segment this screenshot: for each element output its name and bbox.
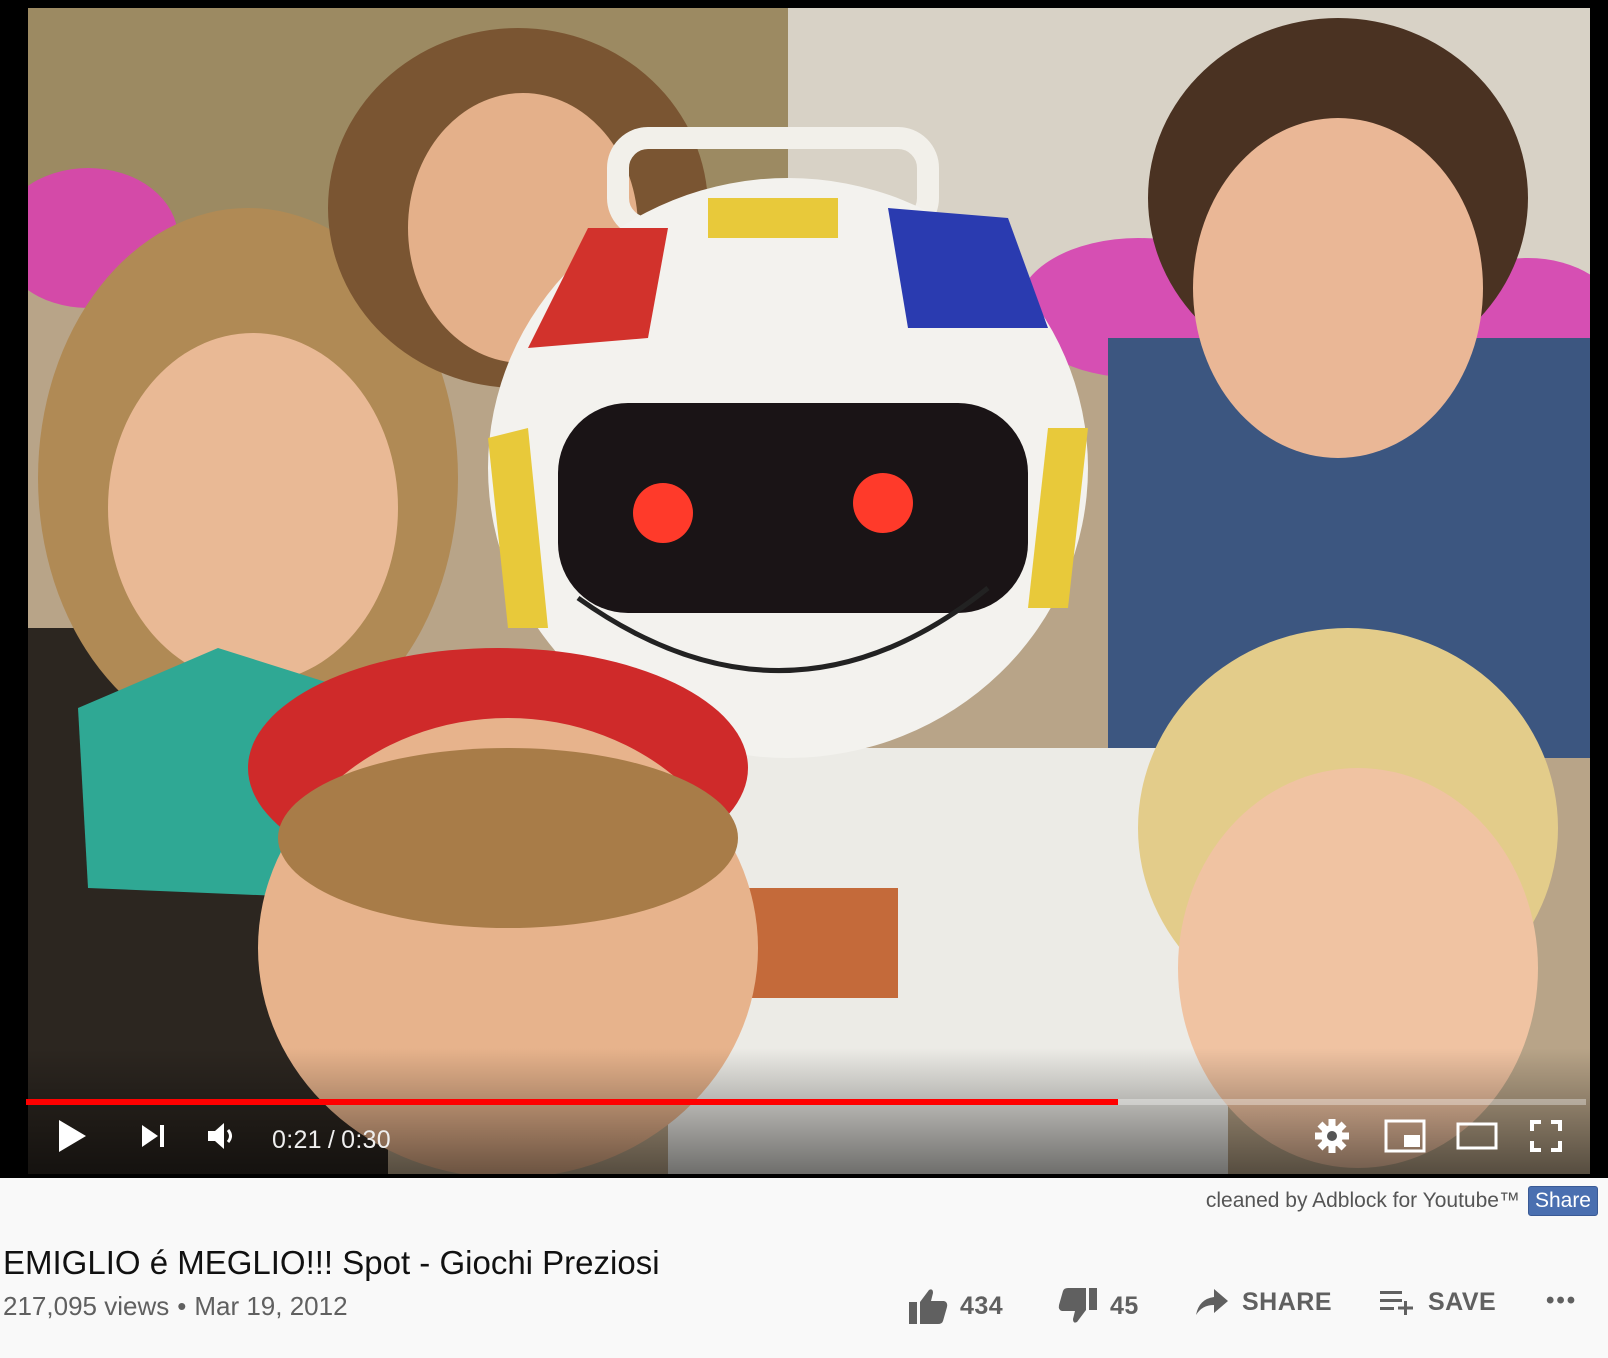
more-icon: ••• <box>1546 1287 1578 1314</box>
play-icon <box>59 1120 86 1152</box>
miniplayer-button[interactable] <box>1382 1114 1428 1158</box>
dislike-count: 45 <box>1110 1291 1139 1320</box>
thumbs-down-icon <box>1058 1288 1097 1323</box>
current-time: 0:21 <box>272 1126 322 1154</box>
adblock-share-button[interactable]: Share <box>1527 1186 1598 1216</box>
dislike-button[interactable]: 45 <box>1058 1287 1139 1325</box>
save-label: SAVE <box>1428 1287 1497 1316</box>
total-time: 0:30 <box>341 1126 391 1154</box>
time-separator: / <box>327 1126 336 1154</box>
volume-icon <box>208 1123 232 1149</box>
video-actions: 434 45 SHARE SAVE ••• <box>0 1287 1608 1337</box>
share-button[interactable]: SHARE <box>1194 1287 1332 1317</box>
video-title: EMIGLIO é MEGLIO!!! Spot - Giochi Prezio… <box>3 1244 660 1282</box>
video-frame-illustration <box>28 8 1590 1174</box>
adblock-text: cleaned by Adblock for Youtube™ <box>1205 1189 1520 1212</box>
video-frame[interactable] <box>28 8 1590 1174</box>
settings-gear-icon <box>1315 1119 1349 1153</box>
video-player[interactable]: 0:21/0:30 <box>0 0 1608 1178</box>
share-arrow-icon <box>1196 1289 1228 1315</box>
like-count: 434 <box>960 1291 1004 1320</box>
adblock-banner: cleaned by Adblock for Youtube™ Share <box>1206 1186 1598 1216</box>
add-to-playlist-icon <box>1380 1291 1413 1315</box>
next-button[interactable] <box>133 1116 173 1156</box>
next-icon <box>142 1125 164 1147</box>
save-button[interactable]: SAVE <box>1378 1287 1496 1317</box>
fullscreen-button[interactable] <box>1524 1114 1568 1158</box>
fullscreen-icon <box>1530 1120 1562 1152</box>
volume-button[interactable] <box>200 1114 244 1158</box>
time-display: 0:21/0:30 <box>272 1126 391 1155</box>
share-label: SHARE <box>1242 1287 1333 1316</box>
progress-bar[interactable] <box>26 1099 1586 1105</box>
progress-played <box>26 1099 1118 1105</box>
settings-button[interactable] <box>1310 1114 1354 1158</box>
more-actions-button[interactable]: ••• <box>1546 1287 1577 1315</box>
play-button[interactable] <box>50 1114 94 1158</box>
thumbs-up-icon <box>909 1289 948 1324</box>
miniplayer-icon <box>1384 1119 1426 1153</box>
like-button[interactable]: 434 <box>908 1287 1003 1325</box>
controls-gradient <box>0 1048 1608 1178</box>
theater-mode-icon <box>1456 1122 1498 1150</box>
theater-mode-button[interactable] <box>1454 1114 1500 1158</box>
